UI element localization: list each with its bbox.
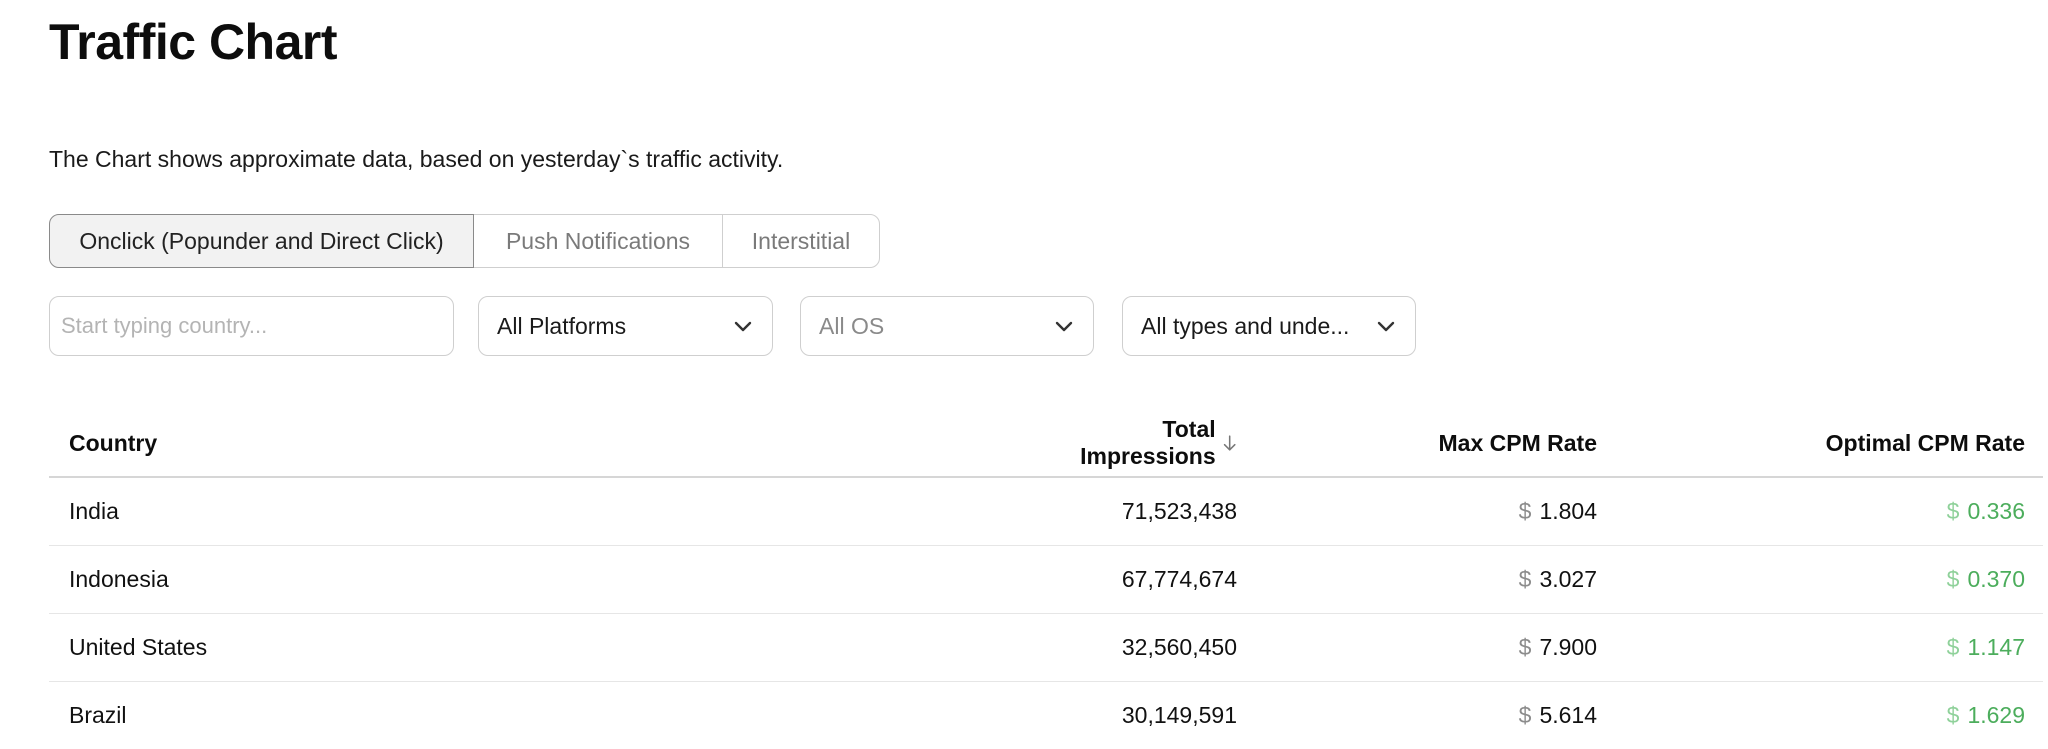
chevron-down-icon [1377, 321, 1395, 332]
ad-format-tabs: Onclick (Popunder and Direct Click) Push… [49, 214, 880, 268]
optimal-cpm-value: 1.629 [1967, 702, 2025, 728]
tab-interstitial[interactable]: Interstitial [722, 214, 880, 268]
cell-impressions: 30,149,591 [1121, 702, 1237, 728]
cell-country: India [69, 498, 119, 524]
column-header-optimal-cpm[interactable]: Optimal CPM Rate [1597, 430, 2025, 457]
cell-optimal-cpm: $ 1.629 [1597, 702, 2025, 729]
page-title: Traffic Chart [49, 14, 338, 70]
cell-country: Indonesia [69, 566, 169, 592]
table-row: India 71,523,438 $ 1.804 $ 0.336 [49, 478, 2043, 546]
cell-country: Brazil [69, 702, 127, 728]
column-header-max-cpm[interactable]: Max CPM Rate [1237, 430, 1597, 457]
traffic-table: Country Total Impressions Max CPM Rate O… [49, 410, 2043, 749]
column-header-country[interactable]: Country [49, 430, 1049, 457]
table-header: Country Total Impressions Max CPM Rate O… [49, 410, 2043, 478]
column-header-impressions[interactable]: Total Impressions [1049, 416, 1237, 470]
cell-impressions: 67,774,674 [1121, 566, 1237, 592]
chevron-down-icon [734, 321, 752, 332]
column-header-impressions-label: Total Impressions [1080, 416, 1216, 469]
max-cpm-value: 3.027 [1539, 566, 1597, 592]
cell-max-cpm: $ 3.027 [1237, 566, 1597, 593]
currency-symbol: $ [1518, 498, 1532, 524]
max-cpm-value: 1.804 [1539, 498, 1597, 524]
platform-select-value: All Platforms [497, 312, 627, 339]
currency-symbol: $ [1518, 634, 1532, 660]
max-cpm-value: 5.614 [1539, 702, 1597, 728]
currency-symbol: $ [1946, 634, 1960, 660]
currency-symbol: $ [1946, 498, 1960, 524]
chevron-down-icon [1055, 321, 1073, 332]
cell-optimal-cpm: $ 1.147 [1597, 634, 2025, 661]
optimal-cpm-value: 0.370 [1967, 566, 2025, 592]
page-subtitle: The Chart shows approximate data, based … [49, 146, 784, 172]
cell-impressions: 32,560,450 [1121, 634, 1237, 660]
optimal-cpm-value: 0.336 [1967, 498, 2025, 524]
cell-max-cpm: $ 5.614 [1237, 702, 1597, 729]
platform-select[interactable]: All Platforms [478, 296, 773, 356]
currency-symbol: $ [1518, 702, 1532, 728]
currency-symbol: $ [1946, 702, 1960, 728]
max-cpm-value: 7.900 [1539, 634, 1597, 660]
tab-push-notifications[interactable]: Push Notifications [472, 214, 724, 268]
optimal-cpm-value: 1.147 [1967, 634, 2025, 660]
ad-type-select-value: All types and unde... [1141, 312, 1350, 339]
tab-onclick[interactable]: Onclick (Popunder and Direct Click) [49, 214, 474, 268]
table-row: Indonesia 67,774,674 $ 3.027 $ 0.370 [49, 546, 2043, 614]
arrow-down-icon [1223, 435, 1236, 451]
cell-optimal-cpm: $ 0.370 [1597, 566, 2025, 593]
currency-symbol: $ [1946, 566, 1960, 592]
cell-max-cpm: $ 7.900 [1237, 634, 1597, 661]
traffic-chart-page: Traffic Chart The Chart shows approximat… [0, 0, 2048, 749]
currency-symbol: $ [1518, 566, 1532, 592]
os-select[interactable]: All OS [800, 296, 1094, 356]
country-search-input[interactable] [49, 296, 454, 356]
ad-type-select[interactable]: All types and unde... [1122, 296, 1416, 356]
table-row: United States 32,560,450 $ 7.900 $ 1.147 [49, 614, 2043, 682]
cell-max-cpm: $ 1.804 [1237, 498, 1597, 525]
table-row: Brazil 30,149,591 $ 5.614 $ 1.629 [49, 682, 2043, 749]
cell-country: United States [69, 634, 208, 660]
os-select-value: All OS [819, 312, 885, 339]
cell-optimal-cpm: $ 0.336 [1597, 498, 2025, 525]
cell-impressions: 71,523,438 [1121, 498, 1237, 524]
